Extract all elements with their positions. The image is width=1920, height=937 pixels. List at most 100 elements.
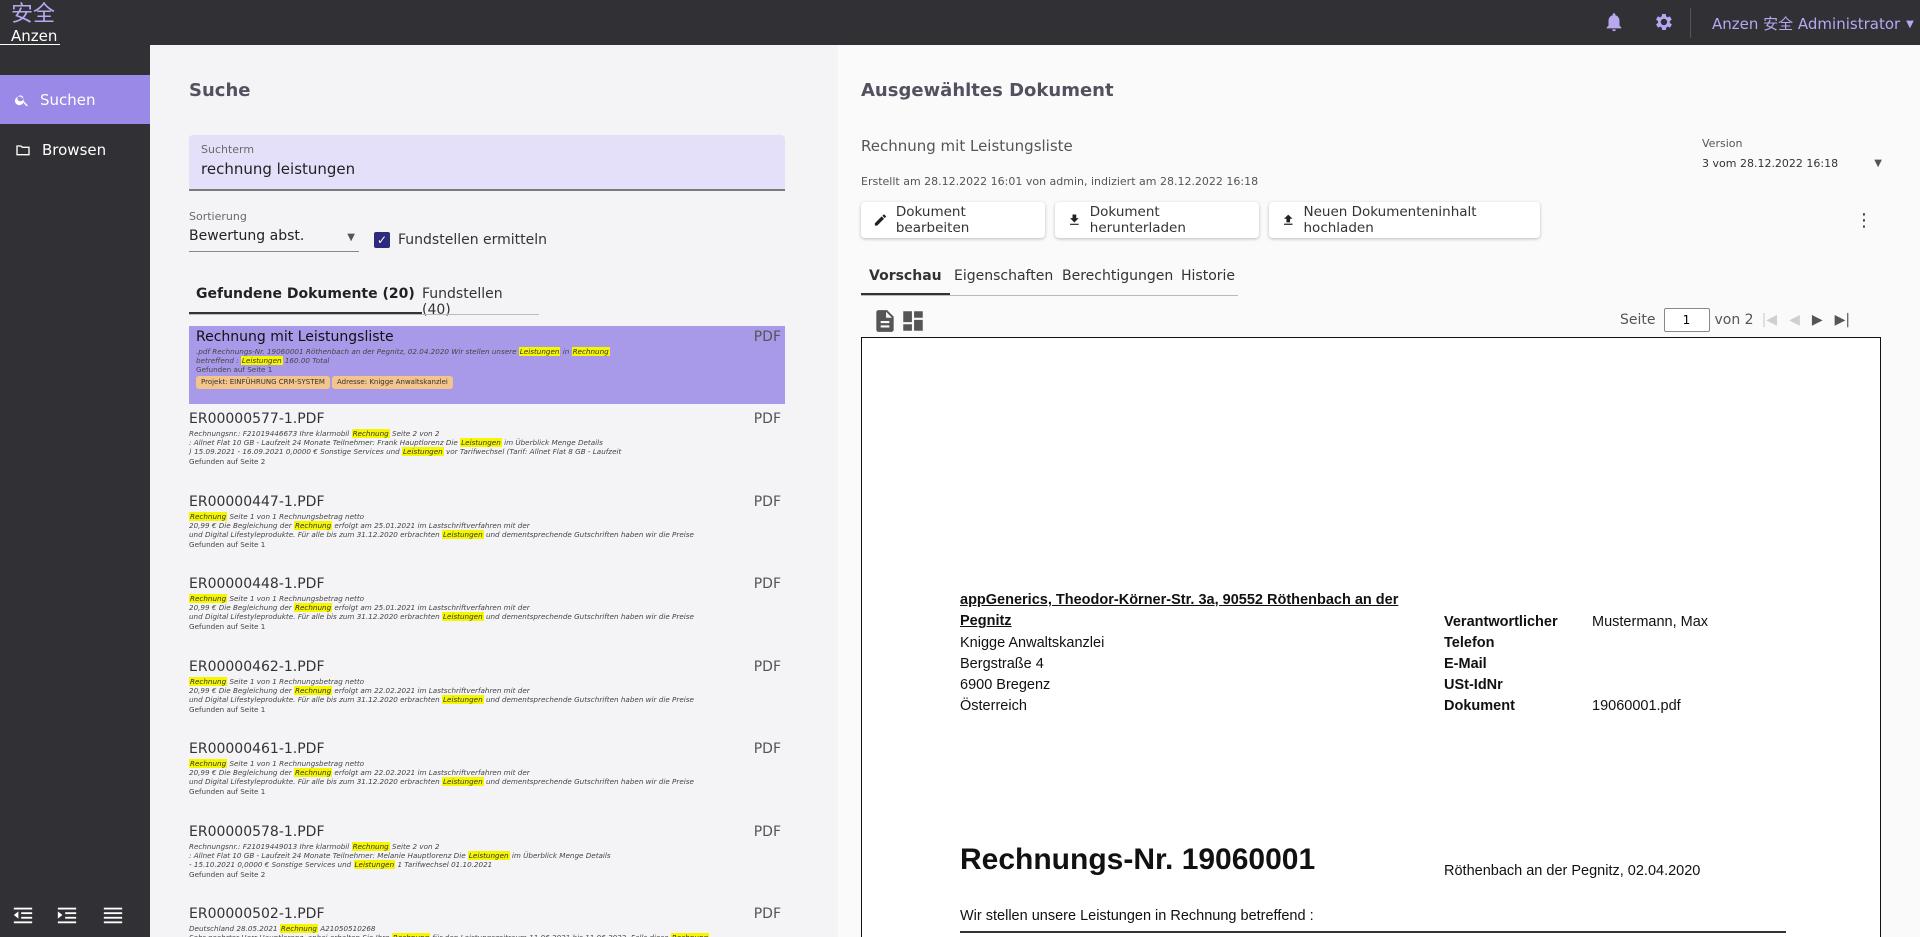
document-preview: appGenerics, Theodor-Körner-Str. 3a, 905…	[861, 337, 1881, 937]
single-page-view-icon[interactable]	[872, 307, 898, 335]
sort-label: Sortierung	[189, 210, 247, 223]
document-meta: Erstellt am 28.12.2022 16:01 von admin, …	[861, 175, 1259, 188]
search-term-field[interactable]: Suchterm	[189, 135, 785, 191]
bell-icon[interactable]	[1603, 11, 1625, 33]
sidebar: Suchen Browsen	[0, 45, 150, 937]
caret-down-icon: ▼	[1906, 19, 1914, 30]
result-type: PDF	[753, 411, 781, 427]
result-snippet-line: : Allnet Flat 10 GB - Laufzeit 24 Monate…	[189, 438, 603, 448]
result-snippet-line: 20,99 € Die Begleichung der Rechnung erf…	[189, 768, 530, 778]
search-input[interactable]	[201, 160, 773, 178]
document-panel-title: Ausgewähltes Dokument	[861, 80, 1114, 101]
result-type: PDF	[753, 494, 781, 510]
result-snippet-line: Gefunden auf Seite 1	[196, 365, 273, 375]
first-page-icon[interactable]: |◀	[1762, 312, 1777, 328]
gear-icon[interactable]	[1652, 11, 1674, 33]
result-snippet-line: Rechnungsnr.: F21019449013 Ihre klarmobi…	[189, 842, 440, 851]
result-snippet-line: 20,99 € Die Begleichung der Rechnung erf…	[189, 686, 530, 696]
preview-info-key: Dokument	[1444, 698, 1515, 714]
page-number-input[interactable]	[1663, 308, 1710, 332]
next-page-icon[interactable]: ▶	[1812, 312, 1823, 328]
result-snippet-line: Rechnung Seite 1 von 1 Rechnungsbetrag n…	[189, 512, 365, 521]
result-type: PDF	[753, 329, 781, 345]
result-badge: Projekt: EINFÜHRUNG CRM-SYSTEM	[196, 376, 330, 389]
result-snippet-line: Gefunden auf Seite 1	[189, 704, 266, 714]
result-title: ER00000577-1.PDF	[189, 411, 325, 427]
preview-info-key: Telefon	[1444, 635, 1495, 651]
last-page-icon[interactable]: ▶|	[1835, 312, 1850, 328]
edit-document-button[interactable]: Dokument bearbeiten	[861, 202, 1045, 238]
more-options-icon[interactable]: ⋮	[1854, 210, 1874, 234]
document-panel: Ausgewähltes Dokument Rechnung mit Leist…	[838, 45, 1920, 937]
result-item[interactable]: ER00000447-1.PDF PDF Rechnung Seite 1 von …	[189, 491, 785, 569]
result-title: ER00000461-1.PDF	[189, 741, 325, 757]
caret-down-icon: ▼	[1874, 158, 1882, 169]
sidebar-item-browse[interactable]: Browsen	[0, 125, 150, 174]
result-item[interactable]: ER00000461-1.PDF PDF Rechnung Seite 1 von …	[189, 738, 785, 816]
result-type: PDF	[753, 659, 781, 675]
result-snippet-line: Gefunden auf Seite 1	[189, 786, 266, 796]
preview-address-line: Knigge Anwaltskanzlei	[960, 635, 1105, 651]
sidebar-item-search[interactable]: Suchen	[0, 75, 150, 124]
tab-found-documents[interactable]: Gefundene Dokumente (20)	[189, 282, 422, 314]
result-item[interactable]: ER00000462-1.PDF PDF Rechnung Seite 1 von …	[189, 656, 785, 734]
tab-properties[interactable]: Eigenschaften	[954, 258, 1053, 295]
app-logo[interactable]: 安全 Anzen	[11, 2, 71, 44]
result-type: PDF	[753, 906, 781, 922]
preview-info-key: Verantwortlicher	[1444, 614, 1558, 630]
version-select[interactable]: 3 vom 28.12.2022 16:18 ▼	[1702, 157, 1882, 170]
sidebar-item-label: Browsen	[42, 140, 107, 159]
result-tabs: Gefundene Dokumente (20) Fundstellen (40…	[189, 282, 539, 318]
preview-address-line: Österreich	[960, 698, 1027, 714]
download-document-label: Dokument herunterladen	[1089, 204, 1186, 236]
download-document-button[interactable]: Dokument herunterladen	[1055, 202, 1259, 238]
thumbnail-view-icon[interactable]	[900, 307, 926, 335]
preview-invoice-date: Röthenbach an der Pegnitz, 02.04.2020	[1444, 863, 1701, 879]
edit-document-label: Dokument bearbeiten	[895, 204, 970, 236]
result-type: PDF	[753, 824, 781, 840]
search-icon	[14, 94, 28, 106]
list-icon[interactable]	[102, 905, 124, 925]
result-item[interactable]: ER00000502-1.PDF PDF Deutschland 28.05.202…	[189, 903, 785, 937]
caret-down-icon: ▼	[347, 232, 355, 243]
search-title: Suche	[189, 80, 251, 101]
preview-sender: appGenerics, Theodor-Körner-Str. 3a, 905…	[960, 592, 1399, 629]
result-snippet-line: Sehr geehrter Herr Hauptlorenz, anbei er…	[189, 933, 709, 937]
checkbox-checked-icon[interactable]: ✓	[374, 232, 390, 248]
result-title: ER00000448-1.PDF	[189, 576, 325, 592]
upload-content-button[interactable]: Neuen Dokumenteninhalt hochladen	[1269, 202, 1540, 238]
document-tabs-underline	[861, 295, 1238, 296]
tab-permissions[interactable]: Berechtigungen	[1062, 258, 1173, 295]
tab-occurrences[interactable]: Fundstellen (40)	[415, 282, 539, 318]
result-title: ER00000502-1.PDF	[189, 906, 325, 922]
result-type: PDF	[753, 741, 781, 757]
result-title: ER00000462-1.PDF	[189, 659, 325, 675]
result-title: Rechnung mit Leistungsliste	[196, 329, 394, 345]
result-item[interactable]: Rechnung mit Leistungsliste PDF .pdf Rechn…	[189, 326, 785, 404]
tab-preview[interactable]: Vorschau	[861, 258, 950, 295]
download-icon	[1070, 214, 1079, 225]
find-occurrences-checkbox[interactable]: ✓ Fundstellen ermitteln	[374, 232, 547, 248]
result-snippet-line: Gefunden auf Seite 1	[189, 621, 266, 631]
previous-page-icon[interactable]: ◀	[1789, 312, 1800, 328]
user-menu[interactable]: Anzen 安全 Administrator ▼	[1712, 13, 1914, 34]
result-snippet-line: Rechnung Seite 1 von 1 Rechnungsbetrag n…	[189, 594, 365, 603]
result-snippet-line: Deutschland 28.05.2021 Rechnung A2105051…	[189, 924, 376, 933]
result-item[interactable]: ER00000578-1.PDF PDF Rechnungsnr.: F210194…	[189, 821, 785, 899]
version-label: Version	[1702, 137, 1743, 150]
upload-icon	[1284, 214, 1293, 225]
sort-select[interactable]: Bewertung abst. ▼	[189, 228, 359, 252]
result-item[interactable]: ER00000577-1.PDF PDF Rechnungsnr.: F210194…	[189, 408, 785, 486]
page-total: von 2	[1714, 312, 1754, 328]
user-menu-label: Anzen 安全 Administrator	[1712, 15, 1901, 33]
logo-kanji: 安全	[11, 2, 56, 27]
result-snippet-line: ) 15.09.2021 - 16.09.2021 0,0000 € Sonst…	[189, 447, 622, 457]
preview-info-key: E-Mail	[1444, 656, 1487, 672]
search-term-label: Suchterm	[201, 143, 255, 156]
tab-history[interactable]: Historie	[1181, 258, 1235, 295]
result-snippet-line: und Digital Lifestyleprodukte. Für alle …	[189, 530, 694, 540]
result-item[interactable]: ER00000448-1.PDF PDF Rechnung Seite 1 von …	[189, 573, 785, 651]
preview-info-value: 19060001.pdf	[1592, 698, 1681, 714]
expand-sidebar-icon[interactable]	[56, 905, 78, 925]
collapse-sidebar-icon[interactable]	[12, 905, 34, 925]
